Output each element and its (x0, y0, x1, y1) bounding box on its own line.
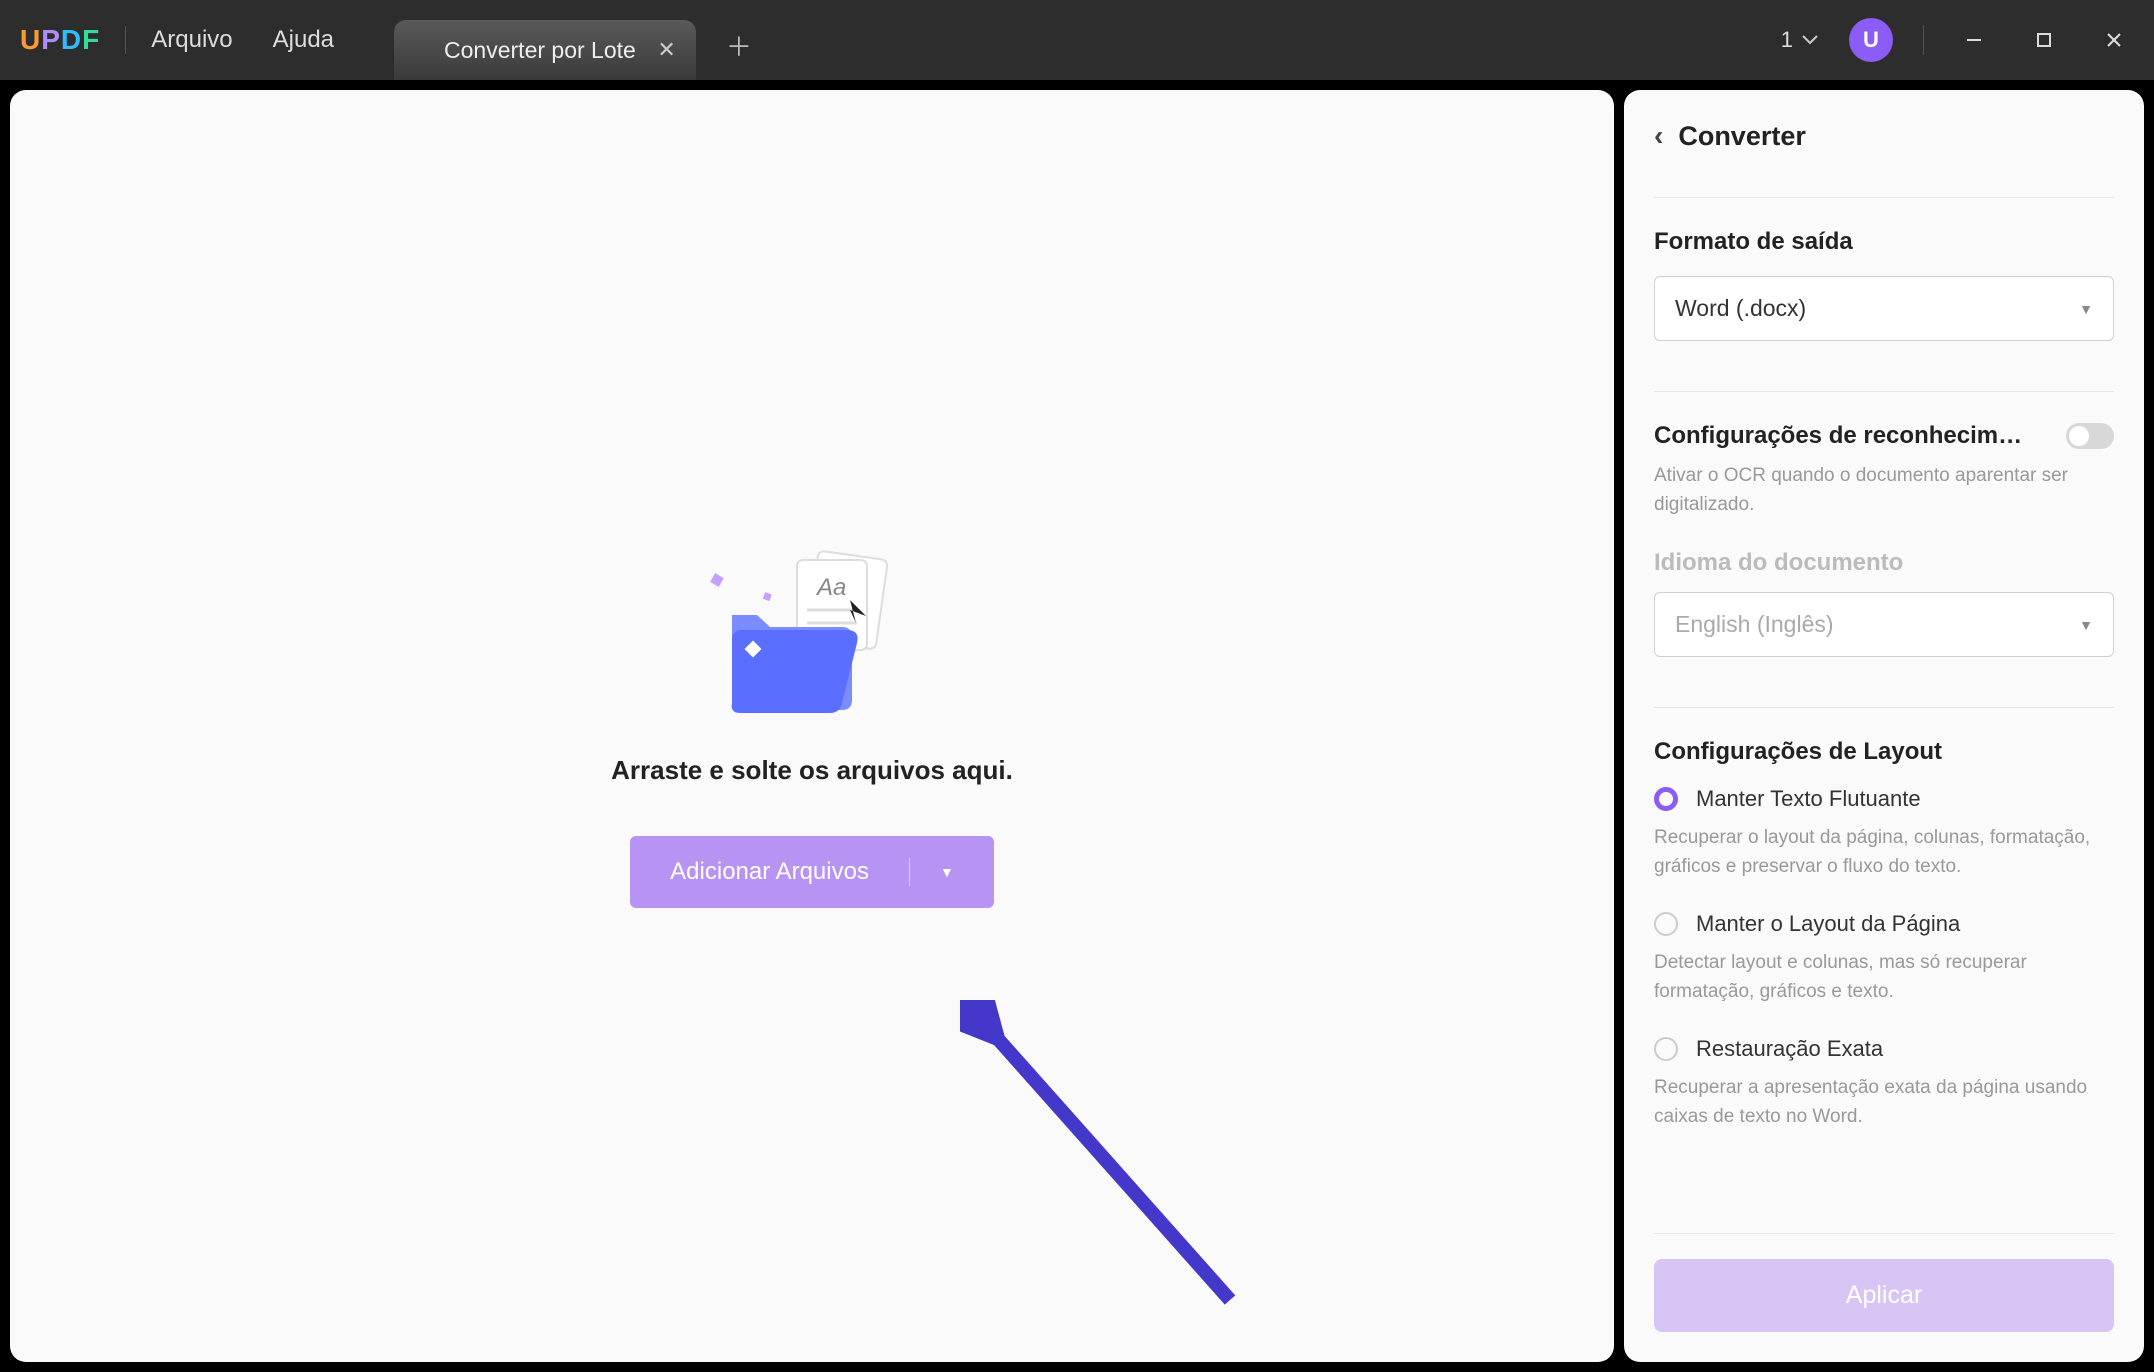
layout-option-desc: Detectar layout e colunas, mas só recupe… (1654, 949, 2114, 1006)
close-button[interactable] (2094, 20, 2134, 60)
radio-unchecked-icon (1654, 1037, 1678, 1061)
doc-language-select[interactable]: English (Inglês) ▼ (1654, 592, 2114, 657)
chevron-down-icon (1801, 34, 1819, 46)
app-logo: UPDF (20, 24, 100, 56)
convert-panel: ‹ Converter Formato de saída Word (.docx… (1624, 90, 2144, 1362)
menu-file[interactable]: Arquivo (151, 26, 232, 54)
tab-title: Converter por Lote (444, 37, 636, 64)
tab-count-dropdown[interactable]: 1 (1781, 27, 1819, 53)
ocr-toggle[interactable] (2066, 423, 2114, 449)
caret-down-icon: ▼ (2079, 617, 2093, 633)
ocr-settings-label: Configurações de reconhecimen… (1654, 422, 2034, 450)
titlebar: UPDF Arquivo Ajuda Converter por Lote ✕ … (0, 0, 2154, 80)
new-tab-button[interactable]: ＋ (726, 27, 752, 64)
output-format-select[interactable]: Word (.docx) ▼ (1654, 276, 2114, 341)
caret-down-icon[interactable]: ▼ (940, 864, 954, 880)
layout-settings-label: Configurações de Layout (1654, 738, 2114, 766)
ocr-help-text: Ativar o OCR quando o documento aparenta… (1654, 462, 2114, 519)
layout-option-exact[interactable]: Restauração Exata (1654, 1036, 2114, 1062)
back-button[interactable]: ‹ (1654, 120, 1663, 152)
drop-text: Arraste e solte os arquivos aqui. (611, 755, 1013, 786)
close-icon[interactable]: ✕ (657, 37, 675, 63)
layout-option-desc: Recuperar o layout da página, colunas, f… (1654, 824, 2114, 881)
output-format-label: Formato de saída (1654, 228, 2114, 256)
radio-checked-icon (1654, 787, 1678, 811)
maximize-button[interactable] (2024, 20, 2064, 60)
folder-illustration: Aa (702, 545, 922, 725)
add-files-button[interactable]: Adicionar Arquivos ▼ (630, 836, 994, 908)
doc-language-label: Idioma do documento (1654, 549, 2114, 577)
menu-help[interactable]: Ajuda (273, 26, 334, 54)
drop-zone[interactable]: Aa Arraste e solte os arquivos aqui. Adi… (10, 90, 1614, 1362)
avatar[interactable]: U (1849, 18, 1893, 62)
layout-option-desc: Recuperar a apresentação exata da página… (1654, 1074, 2114, 1131)
caret-down-icon: ▼ (2079, 301, 2093, 317)
svg-text:Aa: Aa (815, 574, 846, 601)
minimize-button[interactable] (1954, 20, 1994, 60)
radio-unchecked-icon (1654, 912, 1678, 936)
annotation-arrow (960, 1000, 1260, 1320)
apply-button[interactable]: Aplicar (1654, 1259, 2114, 1332)
tab-batch-convert[interactable]: Converter por Lote ✕ (394, 20, 696, 80)
panel-title: Converter (1678, 121, 1806, 152)
layout-option-page-layout[interactable]: Manter o Layout da Página (1654, 911, 2114, 937)
layout-option-flowing-text[interactable]: Manter Texto Flutuante (1654, 786, 2114, 812)
